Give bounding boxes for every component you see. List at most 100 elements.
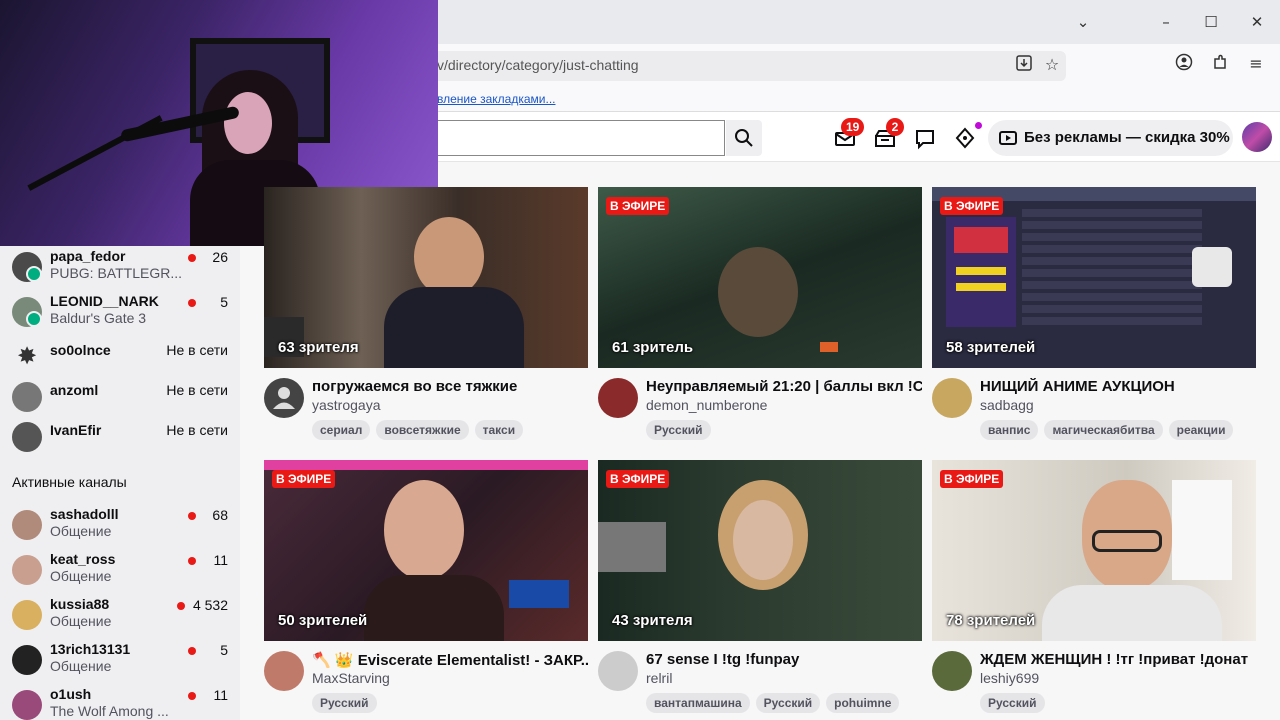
stream-title[interactable]: Неуправляемый 21:20 | баллы вкл !С... [646, 378, 922, 395]
crown-button[interactable] [953, 126, 977, 150]
thumb-yellow-line [956, 283, 1006, 291]
followed-channel-row[interactable]: ✸ so0olnce Не в сети [0, 336, 240, 380]
followed-channel-row[interactable]: papa_fedor PUBG: BATTLEGR... 26 [0, 246, 240, 290]
stream-card[interactable]: В ЭФИРЕ 50 зрителей 🪓 👑 Eviscerate Eleme… [264, 460, 588, 720]
tag-list: сериал вовсетяжкие такси [312, 420, 529, 440]
extensions-icon[interactable] [1209, 53, 1231, 75]
thumb-figure-face [733, 500, 793, 580]
stream-card[interactable]: В ЭФИРЕ 61 зритель Неуправляемый 21:20 |… [598, 187, 922, 447]
tag-list: Русский [646, 420, 717, 440]
tag[interactable]: такси [474, 420, 524, 440]
active-channel-row[interactable]: o1ush The Wolf Among ... 11 [0, 684, 240, 720]
followed-channel-row[interactable]: IvanEfir Не в сети [0, 416, 240, 460]
streamer-name[interactable]: sadbagg [980, 397, 1034, 413]
channel-avatar [12, 510, 42, 540]
live-dot-icon [188, 557, 196, 565]
live-badge: В ЭФИРЕ [940, 470, 1004, 488]
viewer-count-overlay: 58 зрителей [946, 339, 1036, 356]
followed-channel-row[interactable]: anzoml Не в сети [0, 376, 240, 420]
streamer-name[interactable]: leshiy699 [980, 670, 1039, 686]
tag[interactable]: pohuimne [826, 693, 900, 713]
followed-channel-row[interactable]: LEONID__NARK Baldur's Gate 3 5 [0, 291, 240, 335]
viewer-count-overlay: 50 зрителей [278, 612, 368, 629]
tag[interactable]: Русский [980, 693, 1045, 713]
stream-title[interactable]: НИЩИЙ АНИМЕ АУКЦИОН [980, 378, 1256, 395]
stream-card[interactable]: В ЭФИРЕ 43 зрителя 67 sense I !tg !funpa… [598, 460, 922, 720]
search-button[interactable] [726, 120, 762, 156]
active-channel-row[interactable]: sashadolll Общение 68 [0, 504, 240, 548]
tag[interactable]: магическаябитва [1044, 420, 1163, 440]
search-input[interactable] [420, 120, 725, 156]
bookmark-star-icon[interactable]: ☆ [1041, 54, 1063, 76]
thumb-auction-title [954, 227, 1008, 253]
channel-game: Baldur's Gate 3 [50, 310, 147, 326]
tag-list: ванпис магическаябитва реакции [980, 420, 1239, 440]
streamer-name[interactable]: relril [646, 670, 672, 686]
tag[interactable]: Русский [312, 693, 377, 713]
channel-avatar [12, 645, 42, 675]
viewer-count: 5 [220, 642, 228, 658]
stream-card[interactable]: В ЭФИРЕ 78 зрителей ЖДЕМ ЖЕНЩИН ! !тг !п… [932, 460, 1256, 720]
stream-card[interactable]: 63 зрителя погружаемся во все тяжкие yas… [264, 187, 588, 447]
tag[interactable]: вовсетяжкие [376, 420, 469, 440]
streamer-name[interactable]: yastrogaya [312, 397, 380, 413]
viewer-count: 26 [212, 249, 228, 265]
viewer-count-overlay: 78 зрителей [946, 612, 1036, 629]
streamer-name[interactable]: demon_numberone [646, 397, 767, 413]
stream-title[interactable]: 🪓 👑 Eviscerate Elementalist! - ЗАКР... [312, 651, 588, 669]
stream-title[interactable]: 67 sense I !tg !funpay [646, 651, 922, 668]
stream-title[interactable]: ЖДЕМ ЖЕНЩИН ! !тг !приват !донат [980, 651, 1256, 668]
streamer-name[interactable]: MaxStarving [312, 670, 390, 686]
tag[interactable]: Русский [646, 420, 711, 440]
live-badge: В ЭФИРЕ [606, 470, 670, 488]
channel-name: keat_ross [50, 551, 116, 567]
live-dot-icon [188, 692, 196, 700]
tag[interactable]: сериал [312, 420, 371, 440]
streamer-avatar[interactable] [932, 651, 972, 691]
channel-name: kussia88 [50, 596, 110, 612]
active-channel-row[interactable]: 13rich13131 Общение 5 [0, 639, 240, 683]
channel-game: Общение [50, 523, 112, 539]
channel-name: o1ush [50, 686, 92, 702]
menu-hamburger-icon[interactable]: ≡ [1245, 53, 1267, 75]
streamer-avatar[interactable] [598, 651, 638, 691]
viewer-count: 4 532 [192, 597, 228, 613]
notifications-badge: 19 [841, 118, 865, 136]
thumb-facecam [598, 522, 666, 572]
tag-list: вантапмашина Русский pohuimne [646, 693, 905, 713]
streamer-avatar[interactable] [264, 651, 304, 691]
user-avatar[interactable] [1242, 122, 1272, 152]
stream-card[interactable]: В ЭФИРЕ 58 зрителей НИЩИЙ АНИМЕ АУКЦИОН … [932, 187, 1256, 447]
streamer-avatar[interactable] [598, 378, 638, 418]
account-icon[interactable] [1173, 53, 1195, 75]
search-icon [735, 129, 753, 147]
active-channel-row[interactable]: kussia88 Общение 4 532 [0, 594, 240, 638]
stream-title[interactable]: погружаемся во все тяжкие [312, 378, 588, 395]
live-badge: В ЭФИРЕ [606, 197, 670, 215]
active-channel-row[interactable]: keat_ross Общение 11 [0, 549, 240, 593]
live-badge: В ЭФИРЕ [940, 197, 1004, 215]
maximize-icon[interactable]: ☐ [1199, 12, 1223, 32]
tag[interactable]: Русский [755, 693, 821, 713]
install-app-icon[interactable] [1013, 54, 1035, 76]
minimize-icon[interactable]: – [1154, 12, 1178, 32]
channel-name: so0olnce [50, 342, 111, 358]
channel-name: LEONID__NARK [50, 293, 159, 309]
thumb-figure-head [414, 217, 484, 297]
viewer-count-overlay: 63 зрителя [278, 339, 359, 356]
tab-list-chevron-down-icon[interactable]: ⌄ [1071, 12, 1095, 32]
streamer-avatar[interactable] [264, 378, 304, 418]
streamer-avatar[interactable] [932, 378, 972, 418]
channel-game: The Wolf Among ... [50, 703, 169, 719]
tag[interactable]: вантапмашина [646, 693, 750, 713]
url-text[interactable]: v/directory/category/just-chatting [437, 57, 639, 73]
whispers-button[interactable] [913, 126, 937, 150]
thumb-figure-body [384, 287, 524, 368]
crown-new-dot [975, 122, 982, 129]
close-window-icon[interactable]: ✕ [1245, 12, 1269, 32]
tag[interactable]: реакции [1168, 420, 1234, 440]
manage-bookmarks-link[interactable]: вление закладками... [437, 92, 556, 106]
tag-list: Русский [312, 693, 383, 713]
live-badge: В ЭФИРЕ [272, 470, 336, 488]
tag[interactable]: ванпис [980, 420, 1039, 440]
